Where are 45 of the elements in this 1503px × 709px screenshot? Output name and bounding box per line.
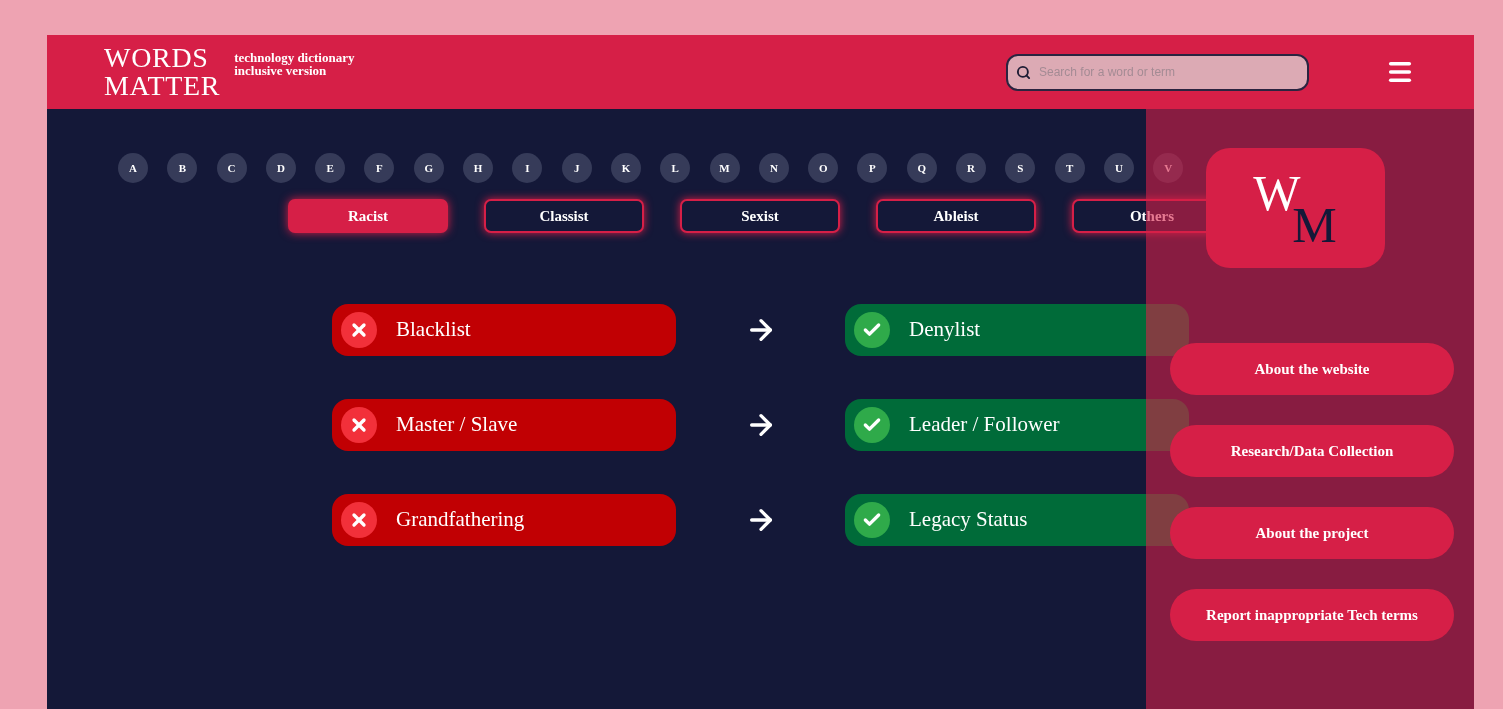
letter-button[interactable]: D [265, 153, 296, 183]
letter-button[interactable]: I [512, 153, 543, 183]
letter-button[interactable]: E [315, 153, 346, 183]
letter-button[interactable]: B [167, 153, 198, 183]
cross-icon [341, 407, 377, 443]
tagline: technology dictionary inclusive version [234, 51, 355, 77]
letter-button[interactable]: G [413, 153, 444, 183]
logo[interactable]: WORDS MATTER [104, 44, 221, 100]
side-logo[interactable]: WM [1205, 148, 1385, 268]
cross-icon [341, 312, 377, 348]
filter-tab[interactable]: Ableist [876, 199, 1036, 233]
letter-button[interactable]: F [364, 153, 395, 183]
search-icon [1016, 64, 1031, 80]
cross-icon [341, 502, 377, 538]
letter-button[interactable]: T [1054, 153, 1085, 183]
letter-button[interactable]: L [660, 153, 691, 183]
term-text: Blacklist [396, 316, 471, 344]
letter-button[interactable]: N [758, 153, 789, 183]
letter-button[interactable]: Q [906, 153, 937, 183]
letter-button[interactable]: J [561, 153, 592, 183]
letter-button[interactable]: U [1103, 153, 1134, 183]
letter-button[interactable]: R [956, 153, 987, 183]
filter-tab[interactable]: Racist [288, 199, 448, 233]
letter-button[interactable]: C [216, 153, 247, 183]
letter-button[interactable]: A [118, 153, 148, 183]
term-text: Grandfathering [396, 506, 525, 534]
side-menu-item[interactable]: Report inappropriate Tech terms [1170, 589, 1454, 641]
term-text: Leader / Follower [909, 411, 1060, 439]
filter-tab[interactable]: Sexist [680, 199, 840, 233]
letter-button[interactable]: S [1005, 153, 1036, 183]
letter-button[interactable]: H [463, 153, 494, 183]
check-icon [854, 312, 890, 348]
letter-button[interactable]: K [610, 153, 641, 183]
letter-button[interactable]: O [808, 153, 839, 183]
term-text: Legacy Status [909, 506, 1028, 534]
check-icon [854, 502, 890, 538]
side-menu-item[interactable]: About the project [1170, 507, 1454, 559]
term-text: Master / Slave [396, 411, 518, 439]
check-icon [854, 407, 890, 443]
filter-tab[interactable]: Classist [484, 199, 644, 233]
term-text: Denylist [909, 316, 981, 344]
side-menu-item[interactable]: About the website [1170, 343, 1454, 395]
letter-button[interactable]: P [857, 153, 888, 183]
letter-button[interactable]: M [709, 153, 740, 183]
side-menu-item[interactable]: Research/Data Collection [1170, 425, 1454, 477]
